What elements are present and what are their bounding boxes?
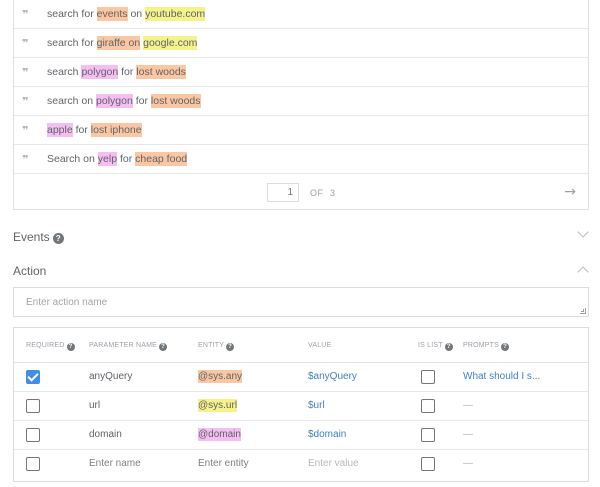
pagination: 1 OF 3 → bbox=[14, 176, 588, 209]
training-phrase-row[interactable]: ❞ search on polygon for lost woods bbox=[14, 87, 588, 116]
quote-icon: ❞ bbox=[22, 152, 28, 166]
phrase-segment: search bbox=[47, 66, 82, 78]
header-entity: ENTITY? bbox=[198, 342, 235, 351]
required-checkbox[interactable] bbox=[26, 457, 40, 471]
action-title: Action bbox=[13, 264, 47, 278]
annotated-entity[interactable]: events bbox=[96, 7, 128, 21]
resize-handle-icon[interactable] bbox=[580, 308, 586, 314]
training-phrase-row[interactable]: ❞ search polygon for lost woods bbox=[14, 58, 588, 87]
training-phrase-text[interactable]: search for giraffe on google.com bbox=[47, 36, 198, 50]
entity-input[interactable]: Enter entity bbox=[198, 458, 249, 469]
phrase-segment: search on bbox=[47, 95, 97, 107]
is-list-checkbox[interactable] bbox=[421, 370, 435, 384]
annotated-entity[interactable]: lost woods bbox=[150, 94, 201, 108]
parameter-value[interactable]: $anyQuery bbox=[308, 371, 357, 382]
parameter-value[interactable]: $url bbox=[308, 400, 325, 411]
is-list-checkbox[interactable] bbox=[421, 399, 435, 413]
parameter-entity[interactable]: @sys.url bbox=[198, 399, 238, 412]
parameters-table: REQUIRED? PARAMETER NAME? ENTITY? VALUE … bbox=[13, 327, 589, 482]
header-prompts: PROMPTS? bbox=[463, 342, 510, 351]
parameter-name[interactable]: url bbox=[89, 400, 100, 411]
training-phrase-text[interactable]: search on polygon for lost woods bbox=[47, 94, 201, 108]
annotated-entity[interactable]: apple bbox=[47, 123, 73, 137]
annotated-entity[interactable]: youtube.com bbox=[145, 7, 206, 21]
parameter-prompts[interactable]: What should I s... bbox=[463, 371, 540, 382]
chevron-down-icon[interactable] bbox=[577, 226, 589, 238]
chevron-up-icon[interactable] bbox=[577, 266, 589, 278]
quote-icon: ❞ bbox=[22, 36, 28, 50]
annotated-entity[interactable]: lost iphone bbox=[90, 123, 142, 137]
parameter-row: anyQuery @sys.any $anyQuery What should I s… bbox=[14, 363, 588, 392]
annotated-entity[interactable]: cheap food bbox=[135, 152, 188, 166]
parameter-prompts[interactable]: — bbox=[463, 400, 473, 411]
phrase-segment: for bbox=[132, 95, 151, 107]
required-checkbox[interactable] bbox=[26, 428, 40, 442]
training-phrase-row[interactable]: ❞ search for giraffe on google.com bbox=[14, 29, 588, 58]
training-phrase-row[interactable]: ❞ apple for lost iphone bbox=[14, 116, 588, 145]
annotated-entity[interactable]: giraffe on bbox=[96, 36, 141, 50]
quote-icon: ❞ bbox=[22, 7, 28, 21]
parameter-entity[interactable]: @domain bbox=[198, 428, 241, 441]
arrow-right-icon[interactable]: → bbox=[564, 184, 576, 200]
training-phrase-row[interactable]: ❞ search for events on youtube.com bbox=[14, 0, 588, 29]
annotated-entity[interactable]: lost woods bbox=[136, 65, 186, 79]
phrase-segment: Search on bbox=[47, 153, 98, 165]
help-icon[interactable]: ? bbox=[52, 233, 64, 244]
help-icon[interactable]: ? bbox=[66, 343, 75, 351]
action-section-header[interactable]: Action bbox=[13, 261, 589, 281]
new-parameter-row: Enter name Enter entity Enter value — bbox=[14, 450, 588, 479]
annotated-entity[interactable]: polygon bbox=[96, 94, 133, 108]
pagination-total: 3 bbox=[330, 188, 336, 198]
required-checkbox[interactable] bbox=[26, 370, 40, 384]
annotated-entity[interactable]: polygon bbox=[81, 65, 119, 79]
parameter-prompts[interactable]: — bbox=[463, 429, 473, 440]
training-phrase-text[interactable]: Search on yelp for cheap food bbox=[47, 152, 188, 166]
annotated-entity[interactable]: yelp bbox=[97, 152, 118, 166]
training-phrase-text[interactable]: search for events on youtube.com bbox=[47, 7, 206, 21]
phrase-segment: on bbox=[127, 8, 146, 20]
header-value: VALUE bbox=[308, 342, 332, 349]
events-section-header[interactable]: Events? bbox=[13, 226, 589, 247]
pagination-of-label: OF bbox=[310, 188, 324, 198]
quote-icon: ❞ bbox=[22, 65, 28, 79]
parameter-value[interactable]: $domain bbox=[308, 429, 346, 440]
training-phrase-row[interactable]: ❞ Search on yelp for cheap food bbox=[14, 145, 588, 174]
prompts-cell[interactable]: — bbox=[463, 458, 473, 469]
phrase-segment: for bbox=[117, 153, 136, 165]
is-list-checkbox[interactable] bbox=[421, 457, 435, 471]
parameter-row: domain @domain $domain — bbox=[14, 421, 588, 450]
parameter-name[interactable]: anyQuery bbox=[89, 371, 132, 382]
action-name-input[interactable]: Enter action name bbox=[13, 287, 589, 317]
help-icon[interactable]: ? bbox=[444, 343, 453, 351]
value-input[interactable]: Enter value bbox=[308, 458, 359, 469]
parameter-name[interactable]: domain bbox=[89, 429, 122, 440]
annotated-entity[interactable]: google.com bbox=[143, 36, 198, 50]
help-icon[interactable]: ? bbox=[159, 343, 168, 351]
events-title: Events bbox=[13, 230, 50, 244]
training-phrase-text[interactable]: search polygon for lost woods bbox=[47, 65, 186, 79]
is-list-checkbox[interactable] bbox=[421, 428, 435, 442]
phrase-segment: for bbox=[118, 66, 137, 78]
page-number-input[interactable]: 1 bbox=[267, 183, 299, 202]
phrase-segment: search for bbox=[47, 37, 97, 49]
required-checkbox[interactable] bbox=[26, 399, 40, 413]
parameter-row: url @sys.url $url — bbox=[14, 392, 588, 421]
table-header-row: REQUIRED? PARAMETER NAME? ENTITY? VALUE … bbox=[14, 328, 588, 363]
training-phrases-list: ❞ search for events on youtube.com ❞ search… bbox=[13, 0, 589, 210]
training-phrase-text[interactable]: apple for lost iphone bbox=[47, 123, 142, 137]
quote-icon: ❞ bbox=[22, 123, 28, 137]
parameter-entity[interactable]: @sys.any bbox=[198, 370, 243, 383]
header-parameter-name: PARAMETER NAME? bbox=[89, 342, 168, 351]
phrase-segment: for bbox=[72, 124, 91, 136]
help-icon[interactable]: ? bbox=[501, 343, 510, 351]
phrase-segment: search for bbox=[47, 8, 97, 20]
quote-icon: ❞ bbox=[22, 94, 28, 108]
header-required: REQUIRED? bbox=[26, 342, 75, 351]
header-is-list: IS LIST? bbox=[418, 342, 453, 351]
action-name-placeholder: Enter action name bbox=[26, 297, 108, 308]
help-icon[interactable]: ? bbox=[226, 343, 235, 351]
parameter-name-input[interactable]: Enter name bbox=[89, 458, 141, 469]
